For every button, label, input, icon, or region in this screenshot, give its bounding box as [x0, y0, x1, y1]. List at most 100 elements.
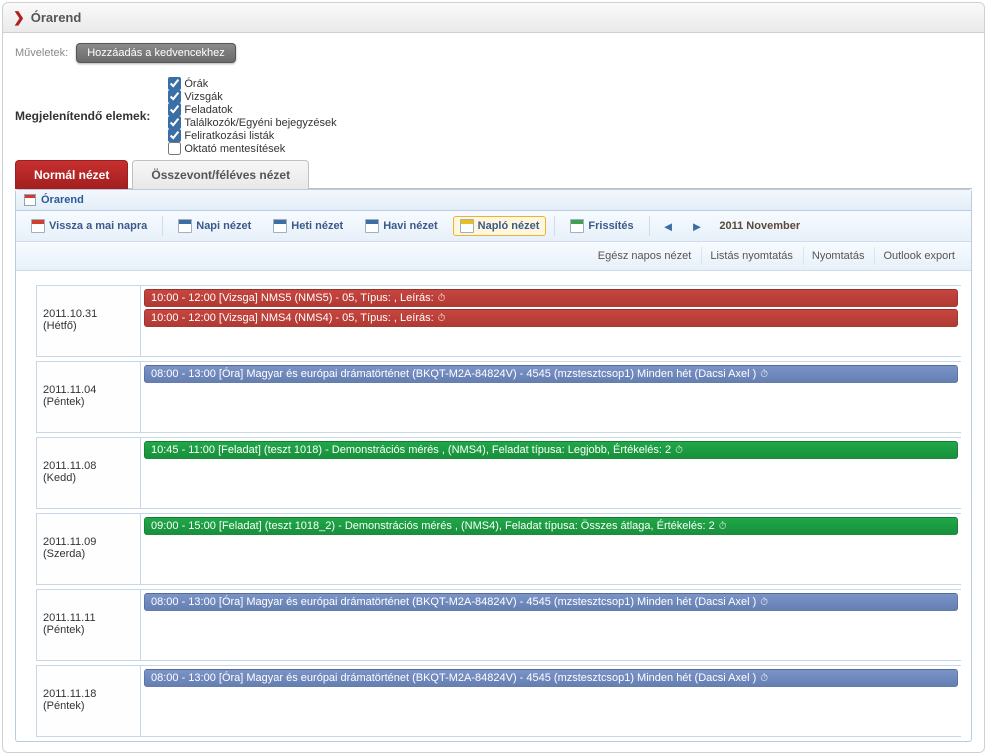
add-favorite-button[interactable]: Hozzáadás a kedvencekhez — [76, 43, 236, 63]
filter-checkbox[interactable]: Órák — [168, 77, 336, 90]
refresh-label: Frissítés — [588, 220, 633, 232]
filter-checkbox[interactable]: Oktató mentesítések — [168, 142, 336, 155]
log-view-label: Napló nézet — [478, 220, 540, 232]
period-label: 2011 November — [719, 220, 800, 232]
clock-icon: ⏱ — [760, 369, 768, 380]
filters-row: Megjelenítendő elemek: Órák Vizsgák Fela… — [15, 77, 972, 155]
log-row: 2011.10.31(Hétfő) 10:00 - 12:00 [Vizsga] … — [36, 285, 961, 357]
separator — [554, 216, 555, 236]
calendar-month-icon — [365, 219, 379, 233]
refresh-icon — [570, 219, 584, 233]
month-view-button[interactable]: Havi nézet — [358, 216, 444, 236]
actions-label: Műveletek: — [15, 47, 68, 59]
subpanel-header: Órarend — [16, 190, 971, 211]
panel-header: ❯ Órarend — [3, 3, 984, 33]
filter-checkbox-label: Vizsgák — [184, 91, 222, 103]
month-view-label: Havi nézet — [383, 220, 437, 232]
calendar-event[interactable]: 10:00 - 12:00 [Vizsga] NMS4 (NMS4) - 05,… — [144, 309, 958, 327]
filter-checkbox-label: Feladatok — [184, 104, 232, 116]
today-label: Vissza a mai napra — [49, 220, 147, 232]
calendar-day-icon — [178, 219, 192, 233]
outlook-export-button[interactable]: Outlook export — [874, 247, 963, 265]
calendar-event[interactable]: 10:45 - 11:00 [Feladat] (teszt 1018) - D… — [144, 441, 958, 459]
log-events-cell: 08:00 - 13:00 [Óra] Magyar és európai dr… — [141, 590, 961, 660]
log-date-cell: 2011.11.18(Péntek) — [37, 666, 141, 736]
filter-checkbox-input[interactable] — [168, 77, 181, 90]
filter-checkbox-input[interactable] — [168, 90, 181, 103]
week-view-label: Heti nézet — [291, 220, 343, 232]
calendar-event[interactable]: 08:00 - 13:00 [Óra] Magyar és európai dr… — [144, 593, 958, 611]
calendar-event[interactable]: 08:00 - 13:00 [Óra] Magyar és európai dr… — [144, 669, 958, 687]
filter-checkbox-label: Feliratkozási listák — [184, 130, 274, 142]
filter-checkbox-input[interactable] — [168, 142, 181, 155]
log-events-cell: 08:00 - 13:00 [Óra] Magyar és európai dr… — [141, 362, 961, 432]
calendar-log-icon — [460, 219, 474, 233]
event-text: 10:00 - 12:00 [Vizsga] NMS4 (NMS4) - 05,… — [151, 312, 434, 324]
event-text: 09:00 - 15:00 [Feladat] (teszt 1018_2) -… — [151, 520, 715, 532]
log-row: 2011.11.18(Péntek) 08:00 - 13:00 [Óra] Ma… — [36, 665, 961, 737]
calendar-week-icon — [273, 219, 287, 233]
separator — [162, 216, 163, 236]
calendar-event[interactable]: 08:00 - 13:00 [Óra] Magyar és európai dr… — [144, 365, 958, 383]
list-print-button[interactable]: Listás nyomtatás — [701, 247, 801, 265]
event-text: 08:00 - 13:00 [Óra] Magyar és európai dr… — [151, 672, 756, 684]
clock-icon: ⏱ — [760, 673, 768, 684]
filter-checkbox-label: Találkozók/Egyéni bejegyzések — [184, 117, 336, 129]
filter-checkbox-label: Órák — [184, 78, 208, 90]
filter-checkbox[interactable]: Feliratkozási listák — [168, 129, 336, 142]
tab-merged-view[interactable]: Összevont/féléves nézet — [132, 160, 309, 189]
log-date-cell: 2011.10.31(Hétfő) — [37, 286, 141, 356]
filter-checkbox[interactable]: Feladatok — [168, 103, 336, 116]
log-row: 2011.11.04(Péntek) 08:00 - 13:00 [Óra] Ma… — [36, 361, 961, 433]
view-toolbar: Vissza a mai napra Napi nézet Heti nézet… — [16, 211, 971, 242]
log-date-cell: 2011.11.08(Kedd) — [37, 438, 141, 508]
calendar-event[interactable]: 10:00 - 12:00 [Vizsga] NMS5 (NMS5) - 05,… — [144, 289, 958, 307]
log-events-cell: 08:00 - 13:00 [Óra] Magyar és európai dr… — [141, 666, 961, 736]
allday-view-button[interactable]: Egész napos nézet — [590, 247, 700, 265]
event-text: 10:45 - 11:00 [Feladat] (teszt 1018) - D… — [151, 444, 671, 456]
clock-icon: ⏱ — [675, 445, 683, 456]
event-text: 10:00 - 12:00 [Vizsga] NMS5 (NMS5) - 05,… — [151, 292, 434, 304]
subpanel-title: Órarend — [41, 194, 84, 206]
tab-normal-view[interactable]: Normál nézet — [15, 160, 128, 189]
separator — [649, 216, 650, 236]
today-button[interactable]: Vissza a mai napra — [24, 216, 154, 236]
filter-checkbox-input[interactable] — [168, 129, 181, 142]
clock-icon: ⏱ — [438, 313, 446, 324]
filters-label: Megjelenítendő elemek: — [15, 109, 150, 123]
next-period-button[interactable]: ► — [687, 219, 708, 234]
filter-checkbox-label: Oktató mentesítések — [184, 143, 285, 155]
clock-icon: ⏱ — [719, 521, 727, 532]
filter-checkbox[interactable]: Vizsgák — [168, 90, 336, 103]
log-row: 2011.11.09(Szerda) 09:00 - 15:00 [Feladat… — [36, 513, 961, 585]
refresh-button[interactable]: Frissítés — [563, 216, 640, 236]
tabs-row: Normál nézet Összevont/féléves nézet — [15, 159, 972, 189]
log-date-cell: 2011.11.04(Péntek) — [37, 362, 141, 432]
calendar-icon — [24, 194, 36, 206]
filter-checkbox-input[interactable] — [168, 116, 181, 129]
schedule-subpanel: Órarend Vissza a mai napra Napi nézet He… — [15, 189, 972, 742]
log-row: 2011.11.11(Péntek) 08:00 - 13:00 [Óra] Ma… — [36, 589, 961, 661]
filter-checkbox-input[interactable] — [168, 103, 181, 116]
main-panel: ❯ Órarend Műveletek: Hozzáadás a kedvenc… — [2, 2, 985, 753]
clock-icon: ⏱ — [438, 293, 446, 304]
log-list: 2011.10.31(Hétfő) 10:00 - 12:00 [Vizsga] … — [16, 271, 971, 737]
calendar-event[interactable]: 09:00 - 15:00 [Feladat] (teszt 1018_2) -… — [144, 517, 958, 535]
week-view-button[interactable]: Heti nézet — [266, 216, 350, 236]
prev-period-button[interactable]: ◄ — [658, 219, 679, 234]
print-button[interactable]: Nyomtatás — [803, 247, 873, 265]
page-title: Órarend — [31, 10, 82, 25]
event-text: 08:00 - 13:00 [Óra] Magyar és európai dr… — [151, 596, 756, 608]
log-date-cell: 2011.11.11(Péntek) — [37, 590, 141, 660]
panel-body: Műveletek: Hozzáadás a kedvencekhez Megj… — [3, 33, 984, 752]
log-date-cell: 2011.11.09(Szerda) — [37, 514, 141, 584]
log-view-button[interactable]: Napló nézet — [453, 216, 547, 236]
event-text: 08:00 - 13:00 [Óra] Magyar és európai dr… — [151, 368, 756, 380]
filter-checkbox[interactable]: Találkozók/Egyéni bejegyzések — [168, 116, 336, 129]
day-view-button[interactable]: Napi nézet — [171, 216, 258, 236]
actions-row: Műveletek: Hozzáadás a kedvencekhez — [15, 43, 972, 63]
caret-right-icon: ❯ — [13, 9, 25, 26]
export-toolbar: Egész napos nézet Listás nyomtatás Nyomt… — [16, 242, 971, 271]
log-events-cell: 10:45 - 11:00 [Feladat] (teszt 1018) - D… — [141, 438, 961, 508]
log-events-cell: 09:00 - 15:00 [Feladat] (teszt 1018_2) -… — [141, 514, 961, 584]
